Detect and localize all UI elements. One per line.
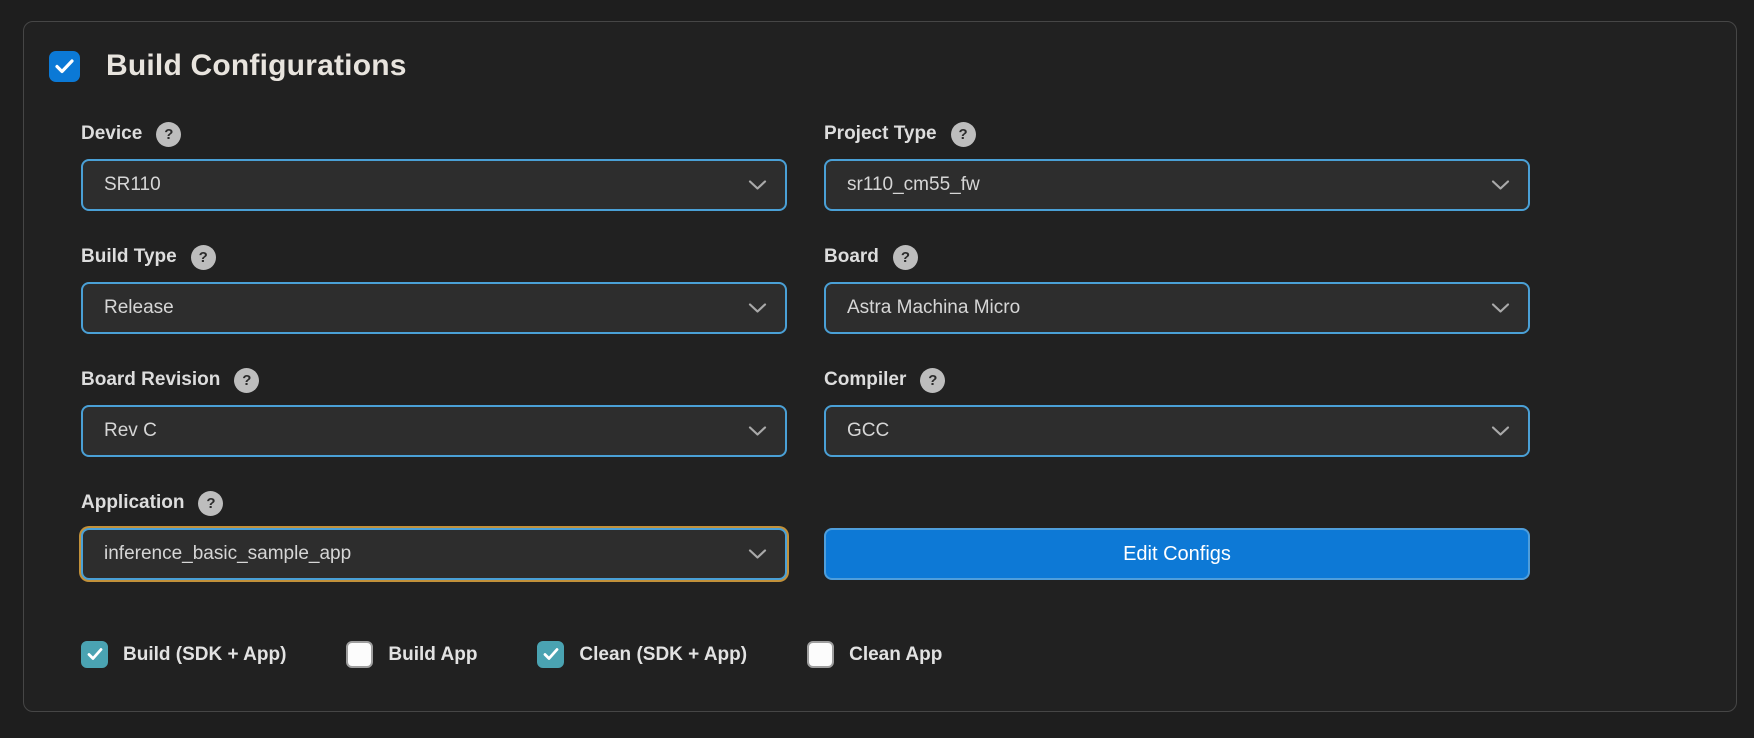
- check-icon: [55, 58, 74, 73]
- help-icon[interactable]: ?: [920, 367, 946, 393]
- board-revision-select[interactable]: Rev C: [81, 405, 787, 457]
- clean-sdk-app-checkbox[interactable]: [537, 641, 565, 668]
- chevron-down-icon: [748, 426, 767, 436]
- board-revision-label: Board Revision: [81, 369, 221, 390]
- field-build-type: Build Type ? Release: [81, 244, 787, 334]
- field-application: Application ? inference_basic_sample_app: [81, 490, 787, 580]
- board-label: Board: [824, 246, 879, 267]
- panel-header: Build Configurations: [49, 49, 1736, 83]
- field-board-revision: Board Revision ? Rev C: [81, 367, 787, 457]
- board-revision-select-value: Rev C: [104, 420, 157, 441]
- build-type-label: Build Type: [81, 246, 177, 267]
- checkbox-item-build-app[interactable]: Build App: [346, 641, 477, 668]
- build-configurations-checkbox[interactable]: [49, 50, 80, 82]
- application-select[interactable]: inference_basic_sample_app: [81, 528, 787, 580]
- build-type-select[interactable]: Release: [81, 282, 787, 334]
- field-compiler: Compiler ? GCC: [824, 367, 1530, 457]
- clean-app-label: Clean App: [849, 643, 943, 665]
- build-sdk-app-checkbox[interactable]: [81, 641, 108, 668]
- build-app-label: Build App: [388, 643, 478, 665]
- clean-app-checkbox[interactable]: [807, 641, 835, 668]
- device-label: Device: [81, 123, 143, 144]
- application-label: Application: [81, 492, 185, 513]
- build-type-select-value: Release: [104, 297, 174, 318]
- board-select[interactable]: Astra Machina Micro: [824, 282, 1530, 334]
- help-icon[interactable]: ?: [198, 490, 224, 516]
- compiler-select[interactable]: GCC: [824, 405, 1530, 457]
- check-icon: [543, 648, 559, 660]
- chevron-down-icon: [748, 549, 767, 559]
- project-type-select[interactable]: sr110_cm55_fw: [824, 159, 1530, 211]
- page-title: Build Configurations: [106, 49, 407, 82]
- project-type-select-value: sr110_cm55_fw: [847, 174, 980, 195]
- help-icon[interactable]: ?: [190, 244, 216, 270]
- help-icon[interactable]: ?: [950, 121, 976, 147]
- build-configurations-panel: Build Configurations Device ? SR110 Proj…: [23, 21, 1737, 712]
- compiler-select-value: GCC: [847, 420, 890, 441]
- checkbox-item-build-sdk-app[interactable]: Build (SDK + App): [81, 641, 286, 668]
- check-icon: [87, 648, 102, 660]
- help-icon[interactable]: ?: [234, 367, 260, 393]
- chevron-down-icon: [1491, 303, 1510, 313]
- build-app-checkbox[interactable]: [346, 641, 374, 668]
- application-select-value: inference_basic_sample_app: [104, 543, 352, 564]
- help-icon[interactable]: ?: [892, 244, 918, 270]
- edit-configs-cell: Edit Configs: [824, 490, 1530, 580]
- device-select[interactable]: SR110: [81, 159, 787, 211]
- help-icon[interactable]: ?: [156, 121, 182, 147]
- chevron-down-icon: [748, 303, 767, 313]
- build-sdk-app-label: Build (SDK + App): [123, 643, 287, 665]
- chevron-down-icon: [1491, 426, 1510, 436]
- chevron-down-icon: [1491, 180, 1510, 190]
- field-device: Device ? SR110: [81, 121, 787, 211]
- build-options-row: Build (SDK + App) Build App Clean (SDK +…: [81, 641, 1736, 668]
- device-select-value: SR110: [104, 174, 161, 195]
- compiler-label: Compiler: [824, 369, 907, 390]
- edit-configs-button[interactable]: Edit Configs: [824, 528, 1530, 580]
- field-project-type: Project Type ? sr110_cm55_fw: [824, 121, 1530, 211]
- field-board: Board ? Astra Machina Micro: [824, 244, 1530, 334]
- chevron-down-icon: [748, 180, 767, 190]
- board-select-value: Astra Machina Micro: [847, 297, 1021, 318]
- clean-sdk-app-label: Clean (SDK + App): [579, 643, 748, 665]
- checkbox-item-clean-sdk-app[interactable]: Clean (SDK + App): [537, 641, 747, 668]
- checkbox-item-clean-app[interactable]: Clean App: [807, 641, 942, 668]
- build-config-form: Device ? SR110 Project Type ? sr110_cm55…: [81, 121, 1530, 613]
- project-type-label: Project Type: [824, 123, 937, 144]
